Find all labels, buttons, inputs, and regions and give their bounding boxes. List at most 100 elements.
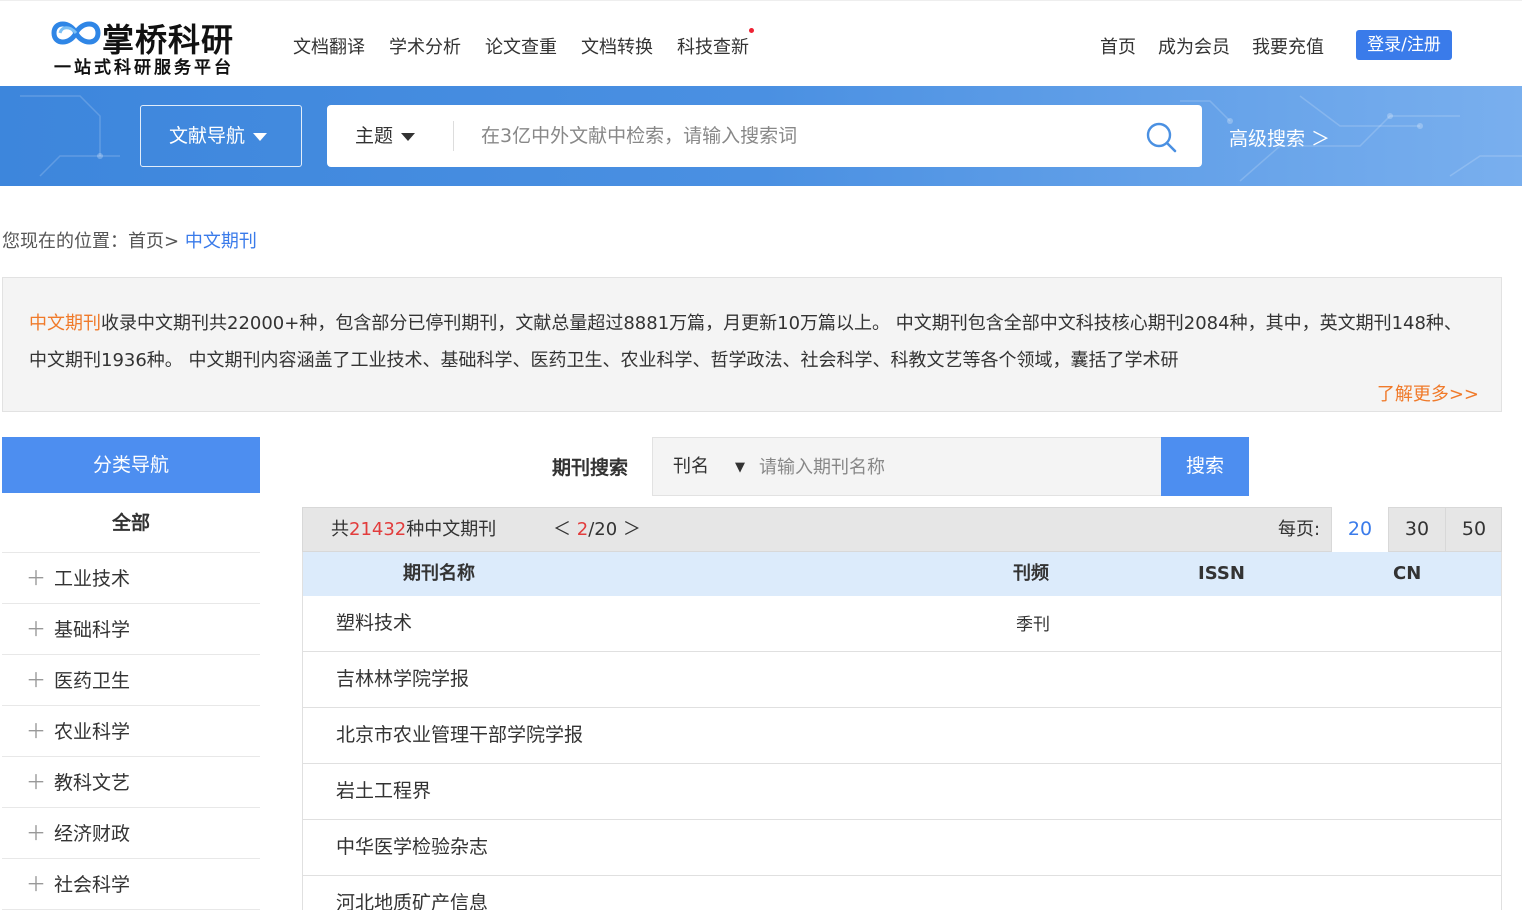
nav-home[interactable]: 首页 xyxy=(1100,33,1136,59)
column-header-frequency: 刊频 xyxy=(1013,563,1049,584)
plus-icon[interactable]: ＋ xyxy=(26,566,46,590)
nav-academic-analysis[interactable]: 学术分析 xyxy=(389,33,461,59)
new-dot-indicator xyxy=(749,28,754,33)
main-search-box: 主题 xyxy=(327,105,1202,167)
plus-icon[interactable]: ＋ xyxy=(26,668,46,692)
pager-next-button[interactable]: ＞ xyxy=(617,519,641,540)
plus-icon[interactable]: ＋ xyxy=(26,719,46,743)
total-pages: /20 xyxy=(588,519,618,540)
caret-down-icon xyxy=(253,132,268,141)
nav-novelty-search[interactable]: 科技查新 xyxy=(677,28,754,59)
sidebar-item-basic-science[interactable]: ＋ 基础科学 xyxy=(2,604,260,655)
column-header-name: 期刊名称 xyxy=(403,563,475,584)
literature-nav-label: 文献导航 xyxy=(169,125,246,147)
sidebar-item-label: 社会科学 xyxy=(54,874,131,896)
sidebar-item-economics[interactable]: ＋ 经济财政 xyxy=(2,808,260,859)
top-navbar: 掌桥科研 一站式科研服务平台 文档翻译 学术分析 论文查重 文档转换 科技查新 … xyxy=(0,0,1522,86)
total-suffix: 种中文期刊 xyxy=(406,519,497,540)
table-row[interactable]: 中华医学检验杂志 xyxy=(302,820,1502,876)
column-header-cn: CN xyxy=(1393,563,1422,584)
search-icon[interactable] xyxy=(1145,121,1177,153)
per-page-option-50[interactable]: 50 xyxy=(1445,507,1502,552)
total-prefix: 共 xyxy=(331,519,349,540)
journal-name-link[interactable]: 河北地质矿产信息 xyxy=(336,876,488,910)
right-nav: 首页 成为会员 我要充值 xyxy=(1100,33,1324,59)
breadcrumb-home[interactable]: 首页> xyxy=(128,231,179,252)
advanced-search-link[interactable]: 高级搜索 ＞ xyxy=(1229,124,1330,151)
pager-prev-button[interactable]: ＜ xyxy=(553,519,577,540)
table-row[interactable]: 河北地质矿产信息 xyxy=(302,876,1502,910)
category-sidebar: 分类导航 全部 ＋ 工业技术 ＋ 基础科学 ＋ 医药卫生 ＋ 农业科学 ＋ 教科文艺 ＋ 经… xyxy=(2,437,260,910)
sidebar-item-label: 教科文艺 xyxy=(54,772,131,794)
caret-down-icon xyxy=(401,132,416,141)
table-toolbar: 共21432种中文期刊 ＜ 2/20 ＞ 每页: 20 30 50 xyxy=(302,507,1502,552)
nav-plagiarism-check[interactable]: 论文查重 xyxy=(485,33,557,59)
nav-become-member[interactable]: 成为会员 xyxy=(1158,33,1230,59)
table-row[interactable]: 塑料技术 季刊 xyxy=(302,596,1502,652)
sidebar-item-label: 医药卫生 xyxy=(54,670,131,692)
intro-body: 收录中文期刊共22000+种，包含部分已停刊期刊，文献总量超过8881万篇，月更… xyxy=(29,313,1462,371)
learn-more-link[interactable]: 了解更多>> xyxy=(1377,380,1479,406)
nav-doc-convert[interactable]: 文档转换 xyxy=(581,33,653,59)
nav-doc-translate[interactable]: 文档翻译 xyxy=(293,33,365,59)
sidebar-item-label: 工业技术 xyxy=(54,568,131,590)
sidebar-item-education-arts[interactable]: ＋ 教科文艺 xyxy=(2,757,260,808)
total-count: 共21432种中文期刊 xyxy=(331,508,496,551)
journal-search-input[interactable] xyxy=(759,452,1149,482)
sidebar-item-agriculture[interactable]: ＋ 农业科学 xyxy=(2,706,260,757)
sidebar-item-label: 经济财政 xyxy=(54,823,131,845)
search-banner: 文献导航 主题 高级搜索 ＞ xyxy=(0,86,1522,186)
infinity-logo-icon xyxy=(51,21,101,45)
journal-field-select[interactable]: 刊名 xyxy=(673,438,709,495)
sidebar-item-label: 基础科学 xyxy=(54,619,131,641)
search-type-label: 主题 xyxy=(355,125,394,147)
sidebar-item-medicine[interactable]: ＋ 医药卫生 xyxy=(2,655,260,706)
journal-table: 共21432种中文期刊 ＜ 2/20 ＞ 每页: 20 30 50 期刊名称 刊… xyxy=(302,507,1502,910)
sidebar-header: 分类导航 xyxy=(2,437,260,493)
table-row[interactable]: 北京市农业管理干部学院学报 xyxy=(302,708,1502,764)
per-page-option-30[interactable]: 30 xyxy=(1388,507,1445,552)
journal-frequency: 季刊 xyxy=(1016,615,1050,635)
current-page: 2 xyxy=(576,519,589,540)
journal-name-link[interactable]: 塑料技术 xyxy=(336,596,412,650)
per-page-label: 每页: xyxy=(1278,519,1321,540)
journal-search-button[interactable]: 搜索 xyxy=(1161,437,1249,496)
logo[interactable]: 掌桥科研 一站式科研服务平台 xyxy=(50,13,250,78)
journal-name-link[interactable]: 吉林林学院学报 xyxy=(336,652,469,706)
journal-name-link[interactable]: 中华医学检验杂志 xyxy=(336,820,488,874)
journal-search-box: 刊名 ▼ xyxy=(652,437,1162,496)
journal-name-link[interactable]: 岩土工程界 xyxy=(336,764,431,818)
table-row[interactable]: 岩土工程界 xyxy=(302,764,1502,820)
pager: ＜ 2/20 ＞ xyxy=(553,508,641,551)
table-header: 期刊名称 刊频 ISSN CN xyxy=(302,552,1502,596)
sidebar-item-all[interactable]: 全部 xyxy=(2,493,260,553)
plus-icon[interactable]: ＋ xyxy=(26,872,46,896)
table-row[interactable]: 吉林林学院学报 xyxy=(302,652,1502,708)
column-header-issn: ISSN xyxy=(1198,563,1245,584)
sidebar-item-social-science[interactable]: ＋ 社会科学 xyxy=(2,859,260,910)
main-search-input[interactable] xyxy=(481,120,1121,152)
literature-nav-dropdown[interactable]: 文献导航 xyxy=(140,105,302,167)
sidebar-item-label: 农业科学 xyxy=(54,721,131,743)
plus-icon[interactable]: ＋ xyxy=(26,770,46,794)
search-type-select[interactable]: 主题 xyxy=(355,105,416,167)
plus-icon[interactable]: ＋ xyxy=(26,617,46,641)
journal-name-link[interactable]: 北京市农业管理干部学院学报 xyxy=(336,708,583,762)
breadcrumb: 您现在的位置：首页> 中文期刊 xyxy=(2,227,257,253)
intro-highlight[interactable]: 中文期刊 xyxy=(29,313,101,334)
main-nav: 文档翻译 学术分析 论文查重 文档转换 科技查新 xyxy=(293,28,754,59)
nav-recharge[interactable]: 我要充值 xyxy=(1252,33,1324,59)
caret-down-icon[interactable]: ▼ xyxy=(735,460,745,475)
journal-search-label: 期刊搜索 xyxy=(552,457,629,479)
plus-icon[interactable]: ＋ xyxy=(26,821,46,845)
per-page-option-20[interactable]: 20 xyxy=(1331,507,1388,552)
intro-panel: 中文期刊收录中文期刊共22000+种，包含部分已停刊期刊，文献总量超过8881万… xyxy=(2,277,1502,412)
nav-novelty-search-label: 科技查新 xyxy=(677,37,749,58)
breadcrumb-prefix: 您现在的位置： xyxy=(2,231,128,252)
intro-text: 中文期刊收录中文期刊共22000+种，包含部分已停刊期刊，文献总量超过8881万… xyxy=(29,305,1479,379)
logo-subtitle: 一站式科研服务平台 xyxy=(54,58,234,78)
login-register-button[interactable]: 登录/注册 xyxy=(1356,30,1452,60)
search-divider xyxy=(453,121,454,151)
sidebar-item-industrial-tech[interactable]: ＋ 工业技术 xyxy=(2,553,260,604)
breadcrumb-current: 中文期刊 xyxy=(179,231,257,252)
